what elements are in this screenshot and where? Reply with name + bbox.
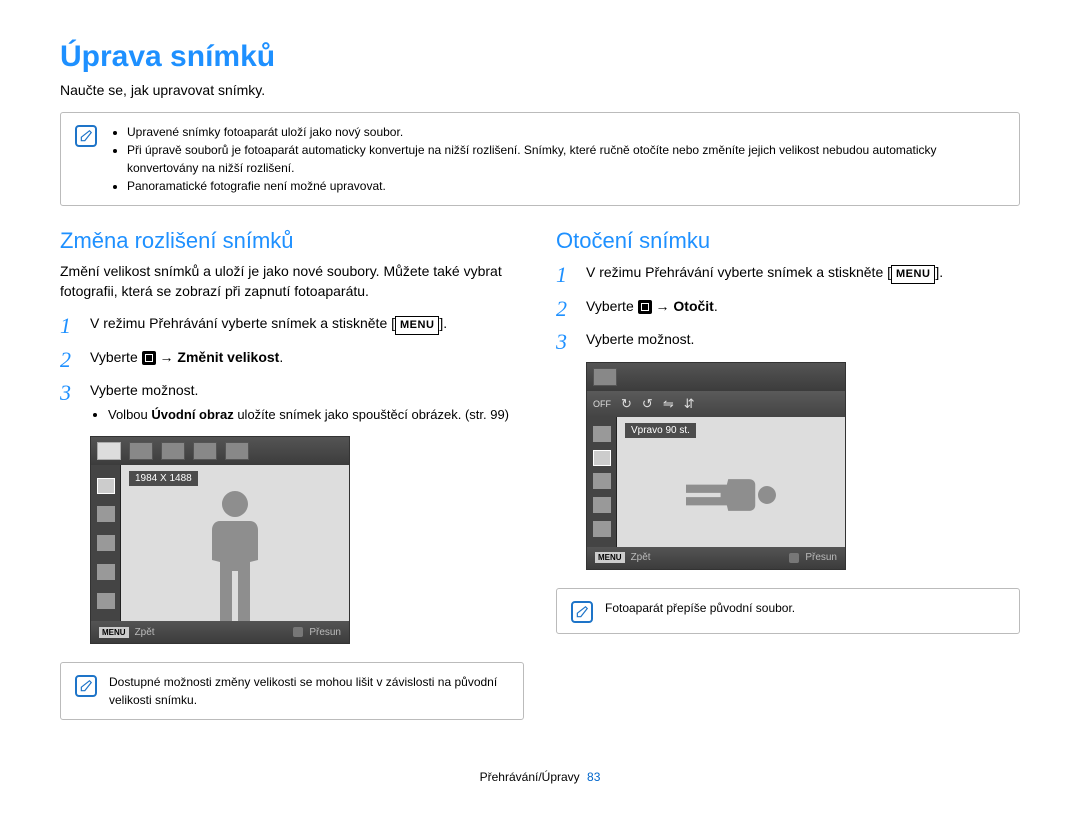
footer-section: Přehrávání/Úpravy [480, 770, 580, 784]
right-bottom-note: Fotoaparát přepíše původní soubor. [556, 588, 1020, 634]
top-note-box: Upravené snímky fotoaparát uloží jako no… [60, 112, 1020, 206]
page-subtitle: Naučte se, jak upravovat snímky. [60, 82, 1020, 98]
page-footer: Přehrávání/Úpravy 83 [60, 770, 1020, 784]
camera-preview-rotate: OFF ↻ ↺ ⇋ ⇵ Vpravo 90 st. [586, 362, 846, 570]
size-tab-icon [225, 442, 249, 460]
side-icon [593, 497, 611, 513]
page-title: Úprava snímků [60, 40, 1020, 74]
camera-image-area: Vpravo 90 st. [617, 417, 845, 547]
menu-tag-icon: MENU [595, 552, 625, 563]
edit-top-icon [593, 368, 617, 386]
step-text: Vyberte možnost. [90, 382, 198, 398]
back-label: Zpět [135, 627, 155, 638]
resize-icon [97, 478, 115, 494]
right-column: Otočení snímku V režimu Přehrávání vyber… [556, 228, 1020, 742]
note-icon [75, 675, 97, 697]
edit-tools-icon [638, 300, 652, 314]
menu-icon: MENU [891, 265, 935, 284]
resolution-label: 1984 X 1488 [129, 471, 198, 486]
camera-top-tabs [91, 437, 349, 465]
flip-horizontal-icon: ⇋ [663, 396, 674, 412]
menu-icon: MENU [395, 316, 439, 335]
step-text: . [714, 298, 718, 314]
step-text: Vyberte [90, 349, 142, 365]
note-text: Fotoaparát přepíše původní soubor. [605, 599, 795, 617]
step-text: ]. [439, 315, 447, 331]
arrow-text: → [652, 298, 674, 314]
sub-text: uložíte snímek jako spouštěcí obrázek. (… [234, 407, 509, 422]
rotate-right-icon: ↻ [621, 396, 632, 412]
step-1: V režimu Přehrávání vyberte snímek a sti… [60, 313, 524, 335]
step-1: V režimu Přehrávání vyberte snímek a sti… [556, 262, 1020, 284]
camera-side-icons [91, 465, 121, 621]
side-icon [97, 535, 115, 551]
camera-image-area: 1984 X 1488 [121, 465, 349, 621]
side-icon [593, 473, 611, 489]
off-option: OFF [593, 399, 611, 409]
section-desc: Změní velikost snímků a uloží je jako no… [60, 262, 524, 301]
person-silhouette-icon [686, 470, 776, 520]
camera-preview-resize: 1984 X 1488 MENU Zpět Přesun [90, 436, 350, 644]
page-number: 83 [587, 770, 600, 784]
section-heading-resize: Změna rozlišení snímků [60, 228, 524, 254]
rotate-options-bar: OFF ↻ ↺ ⇋ ⇵ [587, 391, 845, 417]
step-3: Vyberte možnost. Volbou Úvodní obraz ulo… [60, 380, 524, 425]
step-text: V režimu Přehrávání vyberte snímek a sti… [586, 264, 891, 280]
nav-dot-icon [789, 553, 799, 563]
side-icon [593, 521, 611, 537]
move-label: Přesun [309, 627, 341, 638]
person-silhouette-icon [200, 491, 270, 621]
step-bold: Otočit [673, 298, 713, 314]
size-tab-icon [193, 442, 217, 460]
nav-dot-icon [293, 627, 303, 637]
edit-tools-icon [142, 351, 156, 365]
menu-tag-icon: MENU [99, 627, 129, 638]
left-column: Změna rozlišení snímků Změní velikost sn… [60, 228, 524, 742]
size-tab-icon [129, 442, 153, 460]
camera-bottom-bar: MENU Zpět Přesun [91, 621, 349, 643]
side-icon [593, 426, 611, 442]
rotate-label: Vpravo 90 st. [625, 423, 696, 438]
note-item: Panoramatické fotografie není možné upra… [127, 177, 1005, 195]
move-label: Přesun [805, 552, 837, 563]
camera-side-icons [587, 417, 617, 547]
size-tab-icon [97, 442, 121, 460]
note-item: Upravené snímky fotoaparát uloží jako no… [127, 123, 1005, 141]
left-bottom-note: Dostupné možnosti změny velikosti se moh… [60, 662, 524, 720]
note-icon [571, 601, 593, 623]
camera-bottom-bar: MENU Zpět Přesun [587, 547, 845, 569]
steps-list-left: V režimu Přehrávání vyberte snímek a sti… [60, 313, 524, 424]
sub-bold: Úvodní obraz [151, 407, 233, 422]
step-text: ]. [935, 264, 943, 280]
step-2: Vyberte → Změnit velikost. [60, 347, 524, 368]
step-bold: Změnit velikost [177, 349, 279, 365]
rotate-left-icon: ↺ [642, 396, 653, 412]
step-text: . [279, 349, 283, 365]
step-text: Vyberte možnost. [586, 331, 694, 347]
side-icon [97, 506, 115, 522]
step-2: Vyberte → Otočit. [556, 296, 1020, 317]
step-text: V režimu Přehrávání vyberte snímek a sti… [90, 315, 395, 331]
size-tab-icon [161, 442, 185, 460]
rotate-icon [593, 450, 611, 466]
note-icon [75, 125, 97, 147]
side-icon [97, 564, 115, 580]
step-text: Vyberte [586, 298, 638, 314]
arrow-text: → [156, 349, 178, 365]
top-note-list: Upravené snímky fotoaparát uloží jako no… [109, 123, 1005, 195]
steps-list-right: V režimu Přehrávání vyberte snímek a sti… [556, 262, 1020, 350]
step-sub-bullet: Volbou Úvodní obraz uložíte snímek jako … [108, 405, 524, 425]
section-heading-rotate: Otočení snímku [556, 228, 1020, 254]
step-3: Vyberte možnost. [556, 329, 1020, 350]
side-icon [97, 593, 115, 609]
flip-vertical-icon: ⇵ [684, 396, 695, 412]
camera-top-tabs [587, 363, 845, 391]
note-item: Při úpravě souborů je fotoaparát automat… [127, 141, 1005, 177]
note-text: Dostupné možnosti změny velikosti se moh… [109, 673, 509, 709]
sub-text: Volbou [108, 407, 151, 422]
back-label: Zpět [631, 552, 651, 563]
